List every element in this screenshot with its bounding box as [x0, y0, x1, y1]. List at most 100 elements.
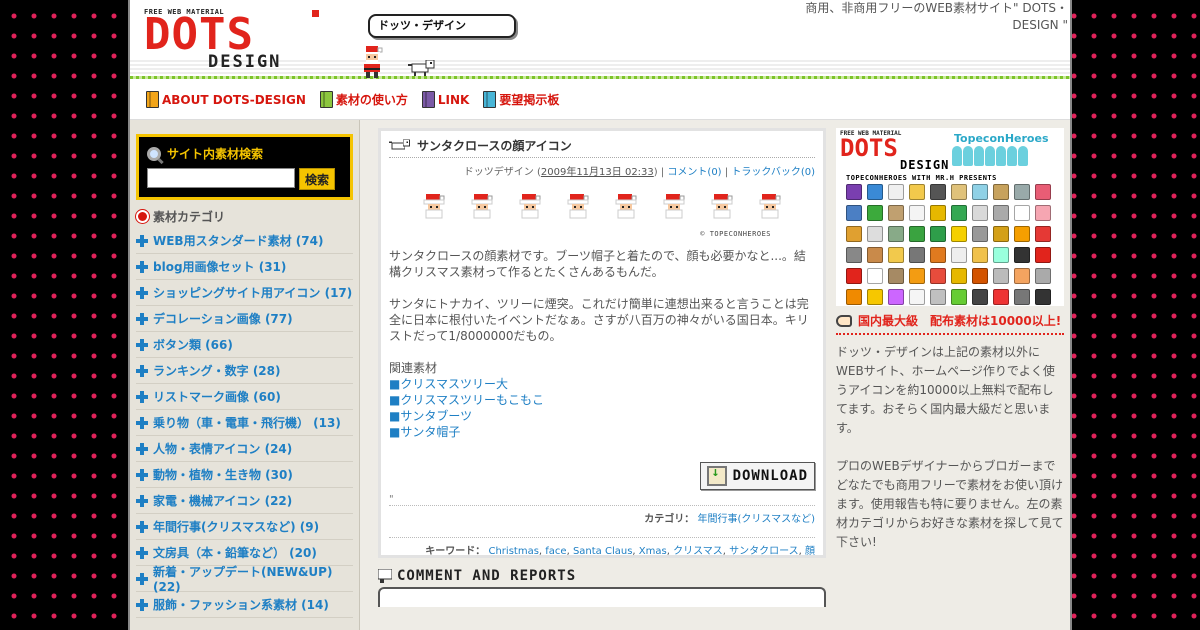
sample-icon [993, 247, 1009, 263]
nav-request-label: 要望掲示板 [499, 93, 560, 107]
category-item[interactable]: 乗り物（車・電車・飛行機） (13) [136, 410, 353, 436]
sample-icon [951, 226, 967, 242]
category-item[interactable]: 服飾・ファッション系素材 (14) [136, 592, 353, 618]
plus-icon [136, 494, 148, 507]
logo-dot [312, 10, 319, 17]
category-label: 服飾・ファッション系素材 (14) [153, 598, 329, 612]
sample-icon [888, 268, 904, 284]
article-meta: ドッツデザイン (2009年11月13日 02:33) | コメント(0) | … [463, 167, 815, 178]
category-item[interactable]: デコレーション画像 (77) [136, 306, 353, 332]
related-link[interactable]: ■サンタ帽子 [389, 424, 815, 440]
keywords-row: キーワード： Christmas, face, Santa Claus, Xma… [389, 537, 815, 561]
article-entry: サンタクロースの顔アイコン ドッツデザイン (2009年11月13日 02:33… [378, 128, 826, 558]
plus-icon [136, 520, 148, 533]
nav-about[interactable]: ABOUT DOTS-DESIGN [146, 91, 306, 108]
article-title-text: サンタクロースの顔アイコン [417, 139, 572, 153]
santa-face-icon [519, 194, 541, 219]
category-item[interactable]: WEB用スタンダード素材 (74) [136, 228, 353, 254]
promo-banner[interactable]: FREE WEB MATERIAL DOTS DESIGN TopeconHer… [836, 128, 1064, 306]
search-input[interactable] [147, 168, 295, 188]
pointing-hand-icon [836, 314, 852, 327]
sample-icon [1035, 289, 1051, 305]
book-icon [146, 91, 159, 108]
sample-icon [993, 205, 1009, 221]
nav-link[interactable]: LINK [421, 91, 470, 108]
category-item[interactable]: ボタン類 (66) [136, 332, 353, 358]
sample-icon [972, 268, 988, 284]
speech-bubble: ドッツ・デザイン [368, 14, 516, 38]
sample-icon [1014, 226, 1030, 242]
search-button[interactable]: 検索 [299, 168, 335, 190]
keyword-link[interactable]: face [545, 546, 566, 557]
category-item[interactable]: ショッピングサイト用アイコン (17) [136, 280, 353, 306]
article-body: サンタクロースの顔素材です。ブーツ帽子と着たので、顔も必要かなと...。結構クリ… [389, 248, 815, 440]
santa-face-icon [711, 194, 733, 219]
article-date[interactable]: 2009年11月13日 02:33 [541, 167, 654, 178]
sample-icon [909, 184, 925, 200]
keyword-link[interactable]: Christmas [488, 546, 538, 557]
santa-face-icon [615, 194, 637, 219]
sample-icon [972, 205, 988, 221]
download-button[interactable]: DOWNLOAD [699, 462, 815, 490]
keyword-link[interactable]: Santa Claus [573, 546, 632, 557]
logo-sub-text: DESIGN [208, 52, 282, 72]
search-title-label: サイト内素材検索 [167, 147, 264, 161]
sample-icon [951, 247, 967, 263]
category-item[interactable]: 年間行事(クリスマスなど) (9) [136, 514, 353, 540]
sample-icon [846, 247, 862, 263]
sample-icon [909, 268, 925, 284]
sample-icon [930, 205, 946, 221]
sample-icon [951, 205, 967, 221]
sample-icon [1014, 289, 1030, 305]
plus-icon [136, 260, 148, 273]
comments-heading: COMMENT AND REPORTS [378, 568, 826, 584]
sample-icon [972, 226, 988, 242]
comments-link[interactable]: コメント(0) [667, 167, 721, 178]
category-link[interactable]: 年間行事(クリスマスなど) [697, 514, 815, 525]
sample-icon [1014, 205, 1030, 221]
sample-icon [1035, 226, 1051, 242]
santa-face-icon [423, 194, 445, 219]
site-logo[interactable]: FREE WEB MATERIAL DOTS DESIGN [144, 8, 324, 72]
main-column: サンタクロースの顔アイコン ドッツデザイン (2009年11月13日 02:33… [378, 128, 826, 607]
related-link[interactable]: ■サンタブーツ [389, 408, 815, 424]
related-link[interactable]: ■クリスマスツリー大 [389, 376, 815, 392]
article-author: ドッツデザイン [463, 167, 534, 178]
category-item[interactable]: 人物・表情アイコン (24) [136, 436, 353, 462]
nav-request-board[interactable]: 要望掲示板 [483, 91, 559, 108]
category-item[interactable]: blog用画像セット (31) [136, 254, 353, 280]
category-label: デコレーション画像 (77) [153, 312, 293, 326]
sample-icon [951, 289, 967, 305]
category-item[interactable]: 新着・アップデート(NEW&UP) (22) [136, 565, 353, 594]
site-description: ドッツ・デザインは上記の素材以外にWEBサイト、ホームページ作りでよく使うアイコ… [836, 343, 1064, 552]
related-link[interactable]: ■クリスマスツリーもこもこ [389, 392, 815, 408]
description-paragraph: プロのWEBデザイナーからブロガーまでどなたでも商用フリーで素材をお使い頂けます… [836, 459, 1064, 549]
sample-icon [993, 226, 1009, 242]
trackbacks-link[interactable]: トラックバック(0) [731, 167, 815, 178]
sample-icon [867, 289, 883, 305]
sample-icon [1014, 247, 1030, 263]
related-heading: 関連素材 [389, 361, 438, 375]
nav-usage[interactable]: 素材の使い方 [319, 91, 408, 108]
biggest-banner: 国内最大級 配布素材は10000以上! [836, 312, 1064, 335]
category-label: リストマーク画像 (60) [153, 390, 281, 404]
related-links: ■クリスマスツリー大 ■クリスマスツリーもこもこ ■サンタブーツ ■サンタ帽子 [389, 376, 815, 440]
topecon-figures-icon [952, 146, 1036, 168]
sample-icon [909, 205, 925, 221]
sample-icon [1035, 184, 1051, 200]
sample-icon [930, 184, 946, 200]
category-item[interactable]: リストマーク画像 (60) [136, 384, 353, 410]
category-item[interactable]: 動物・植物・生き物 (30) [136, 462, 353, 488]
santa-face-icon [471, 194, 493, 219]
keyword-link[interactable]: 顔 [805, 546, 815, 557]
keyword-link[interactable]: Xmas [639, 546, 667, 557]
category-item[interactable]: 家電・機械アイコン (22) [136, 488, 353, 514]
keyword-link[interactable]: クリスマス [673, 546, 723, 557]
sample-icon [972, 184, 988, 200]
sample-icon [993, 289, 1009, 305]
keywords-label: キーワード： [425, 546, 486, 557]
category-item[interactable]: ランキング・数字 (28) [136, 358, 353, 384]
nav-link-label: LINK [437, 92, 470, 107]
category-label: ランキング・数字 (28) [153, 364, 281, 378]
keyword-link[interactable]: サンタクロース [729, 546, 799, 557]
